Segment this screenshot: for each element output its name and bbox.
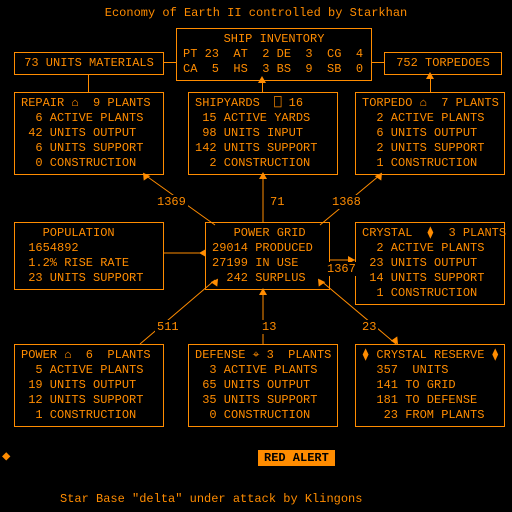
power-grid-inuse: 27199 IN USE: [212, 256, 323, 271]
ship-inventory-line2: CA 5 HS 3 BS 9 SB 0: [183, 62, 365, 77]
power-active: 5 ACTIVE PLANTS: [21, 363, 157, 378]
torpedo-output: 6 UNITS OUTPUT: [362, 126, 498, 141]
power-support: 12 UNITS SUPPORT: [21, 393, 157, 408]
edge-label: 1368: [330, 195, 363, 209]
defense-active: 3 ACTIVE PLANTS: [195, 363, 331, 378]
edge-label: 1367: [325, 262, 358, 276]
power-output: 19 UNITS OUTPUT: [21, 378, 157, 393]
shipyards-active: 15 ACTIVE YARDS: [195, 111, 331, 126]
power-grid-produced: 29014 PRODUCED: [212, 241, 323, 256]
power-box[interactable]: POWER ⌂ 6 PLANTS 5 ACTIVE PLANTS 19 UNIT…: [14, 344, 164, 427]
repair-output: 42 UNITS OUTPUT: [21, 126, 157, 141]
crystal-support: 14 UNITS SUPPORT: [362, 271, 498, 286]
population-support: 23 UNITS SUPPORT: [21, 271, 157, 286]
torpedo-header: TORPEDO ⌂ 7 PLANTS: [362, 96, 498, 111]
page-title: Economy of Earth II controlled by Starkh…: [0, 0, 512, 20]
line: [88, 75, 89, 92]
red-alert-badge: RED ALERT: [258, 450, 335, 466]
torpedoes-box[interactable]: 752 TORPEDOES: [384, 52, 502, 75]
crystal-construction: 1 CONSTRUCTION: [362, 286, 498, 301]
arrow-up-icon: [426, 72, 434, 79]
defense-box[interactable]: DEFENSE ⌖ 3 PLANTS 3 ACTIVE PLANTS 65 UN…: [188, 344, 338, 427]
population-rise: 1.2% RISE RATE: [21, 256, 157, 271]
torpedo-box[interactable]: TORPEDO ⌂ 7 PLANTS 2 ACTIVE PLANTS 6 UNI…: [355, 92, 505, 175]
prompt-caret: ◆: [2, 448, 10, 465]
shipyards-construction: 2 CONSTRUCTION: [195, 156, 331, 171]
crystal-reserve-box[interactable]: ⧫ CRYSTAL RESERVE ⧫ 357 UNITS 141 TO GRI…: [355, 344, 505, 427]
crystal-active: 2 ACTIVE PLANTS: [362, 241, 498, 256]
edge-label: 71: [268, 195, 286, 209]
defense-support: 35 UNITS SUPPORT: [195, 393, 331, 408]
line: [164, 62, 176, 63]
crystal-output: 23 UNITS OUTPUT: [362, 256, 498, 271]
arrow-up-icon: [259, 172, 267, 179]
materials-box[interactable]: 73 UNITS MATERIALS: [14, 52, 164, 75]
power-header: POWER ⌂ 6 PLANTS: [21, 348, 157, 363]
power-construction: 1 CONSTRUCTION: [21, 408, 157, 423]
defense-construction: 0 CONSTRUCTION: [195, 408, 331, 423]
arrow-up-icon: [258, 76, 266, 83]
crystal-reserve-header: ⧫ CRYSTAL RESERVE ⧫: [362, 348, 498, 363]
torpedo-active: 2 ACTIVE PLANTS: [362, 111, 498, 126]
repair-box[interactable]: REPAIR ⌂ 9 PLANTS 6 ACTIVE PLANTS 42 UNI…: [14, 92, 164, 175]
edge-label: 511: [155, 320, 181, 334]
ship-inventory-header: SHIP INVENTORY: [183, 32, 365, 47]
crystal-box[interactable]: CRYSTAL ⧫ 3 PLANTS 2 ACTIVE PLANTS 23 UN…: [355, 222, 505, 305]
crystal-reserve-units: 357 UNITS: [362, 363, 498, 378]
defense-output: 65 UNITS OUTPUT: [195, 378, 331, 393]
edge-label: 23: [360, 320, 378, 334]
crystal-reserve-fromplants: 23 FROM PLANTS: [362, 408, 498, 423]
shipyards-support: 142 UNITS SUPPORT: [195, 141, 331, 156]
shipyards-header: SHIPYARDS ⎕ 16: [195, 96, 331, 111]
power-grid-box[interactable]: POWER GRID 29014 PRODUCED 27199 IN USE 2…: [205, 222, 330, 290]
crystal-reserve-todefense: 181 TO DEFENSE: [362, 393, 498, 408]
torpedoes-value: 752 TORPEDOES: [391, 56, 495, 71]
edge-label: 13: [260, 320, 278, 334]
population-count: 1654892: [21, 241, 157, 256]
population-header: POPULATION: [21, 226, 157, 241]
crystal-header: CRYSTAL ⧫ 3 PLANTS: [362, 226, 498, 241]
alert-message: Star Base "delta" under attack by Klingo…: [60, 492, 362, 506]
population-box[interactable]: POPULATION 1654892 1.2% RISE RATE 23 UNI…: [14, 222, 164, 290]
torpedo-support: 2 UNITS SUPPORT: [362, 141, 498, 156]
ship-inventory-line1: PT 23 AT 2 DE 3 CG 4: [183, 47, 365, 62]
materials-value: 73 UNITS MATERIALS: [21, 56, 157, 71]
power-grid-surplus: 242 SURPLUS: [212, 271, 323, 286]
arrow-left-icon: [199, 249, 206, 257]
arrow-up-icon: [259, 288, 267, 295]
defense-header: DEFENSE ⌖ 3 PLANTS: [195, 348, 331, 363]
torpedo-construction: 1 CONSTRUCTION: [362, 156, 498, 171]
line: [372, 62, 384, 63]
shipyards-input: 98 UNITS INPUT: [195, 126, 331, 141]
repair-header: REPAIR ⌂ 9 PLANTS: [21, 96, 157, 111]
repair-construction: 0 CONSTRUCTION: [21, 156, 157, 171]
crystal-reserve-togrid: 141 TO GRID: [362, 378, 498, 393]
shipyards-box[interactable]: SHIPYARDS ⎕ 16 15 ACTIVE YARDS 98 UNITS …: [188, 92, 338, 175]
ship-inventory-box[interactable]: SHIP INVENTORY PT 23 AT 2 DE 3 CG 4 CA 5…: [176, 28, 372, 81]
power-grid-header: POWER GRID: [212, 226, 323, 241]
edge-label: 1369: [155, 195, 188, 209]
repair-active: 6 ACTIVE PLANTS: [21, 111, 157, 126]
repair-support: 6 UNITS SUPPORT: [21, 141, 157, 156]
